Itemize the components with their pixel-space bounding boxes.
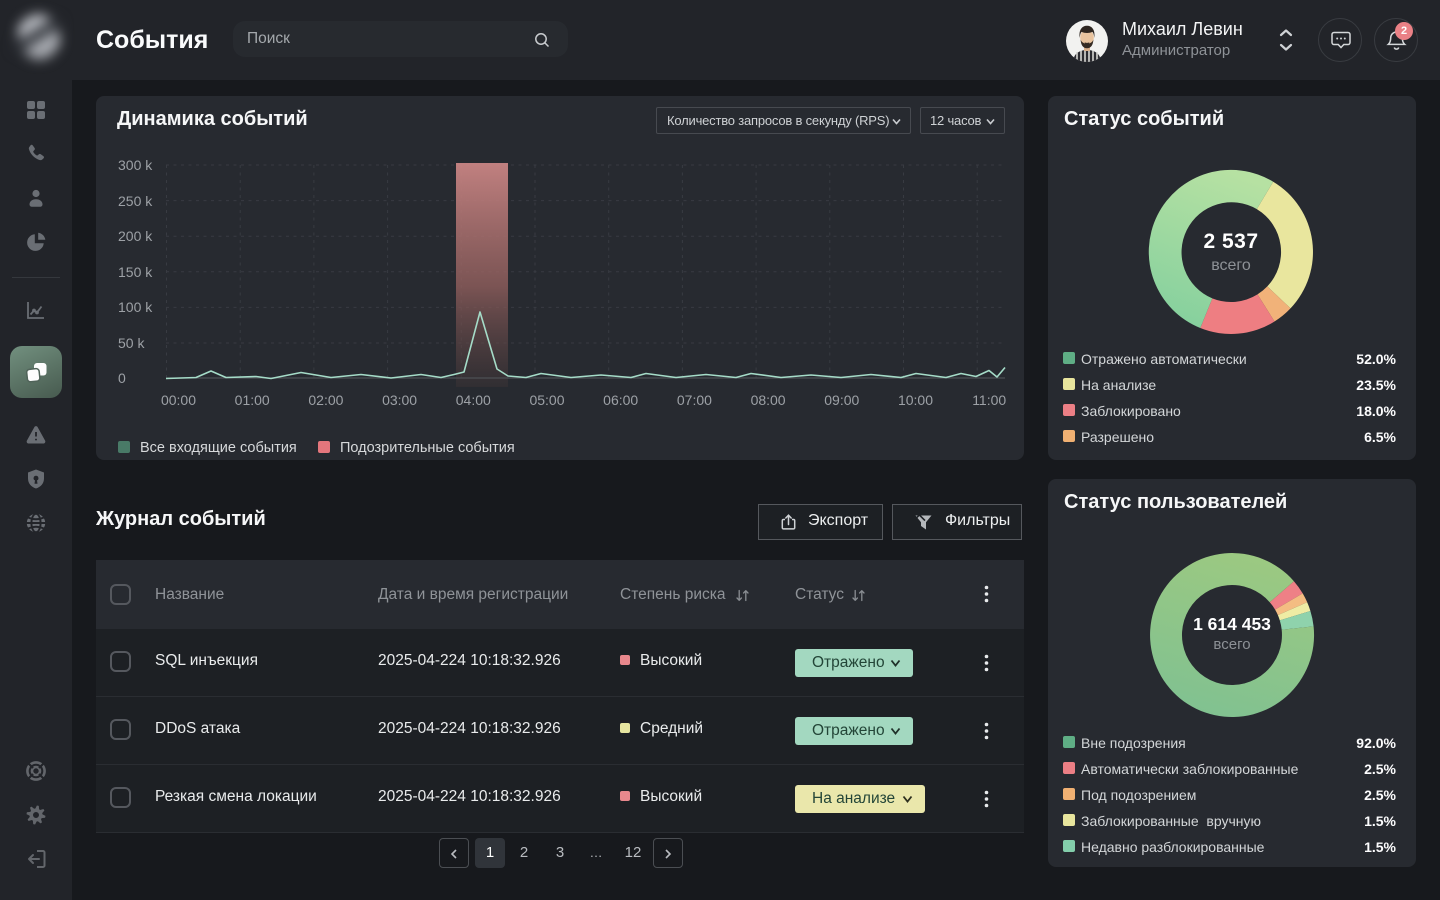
svg-text:10:00: 10:00 xyxy=(898,392,933,408)
svg-text:0: 0 xyxy=(118,370,126,386)
svg-text:100 k: 100 k xyxy=(118,299,153,315)
svg-text:200 k: 200 k xyxy=(118,228,153,244)
svg-text:05:00: 05:00 xyxy=(529,392,564,408)
svg-text:250 k: 250 k xyxy=(118,193,153,209)
svg-text:08:00: 08:00 xyxy=(751,392,786,408)
svg-text:07:00: 07:00 xyxy=(677,392,712,408)
svg-text:04:00: 04:00 xyxy=(456,392,491,408)
svg-text:09:00: 09:00 xyxy=(824,392,859,408)
svg-text:00:00: 00:00 xyxy=(161,392,196,408)
svg-text:03:00: 03:00 xyxy=(382,392,417,408)
svg-text:150 k: 150 k xyxy=(118,264,153,280)
svg-text:11:00: 11:00 xyxy=(972,392,1006,408)
svg-text:50 k: 50 k xyxy=(118,335,145,351)
svg-text:02:00: 02:00 xyxy=(308,392,343,408)
svg-text:300 k: 300 k xyxy=(118,157,153,173)
svg-text:01:00: 01:00 xyxy=(235,392,270,408)
svg-text:06:00: 06:00 xyxy=(603,392,638,408)
